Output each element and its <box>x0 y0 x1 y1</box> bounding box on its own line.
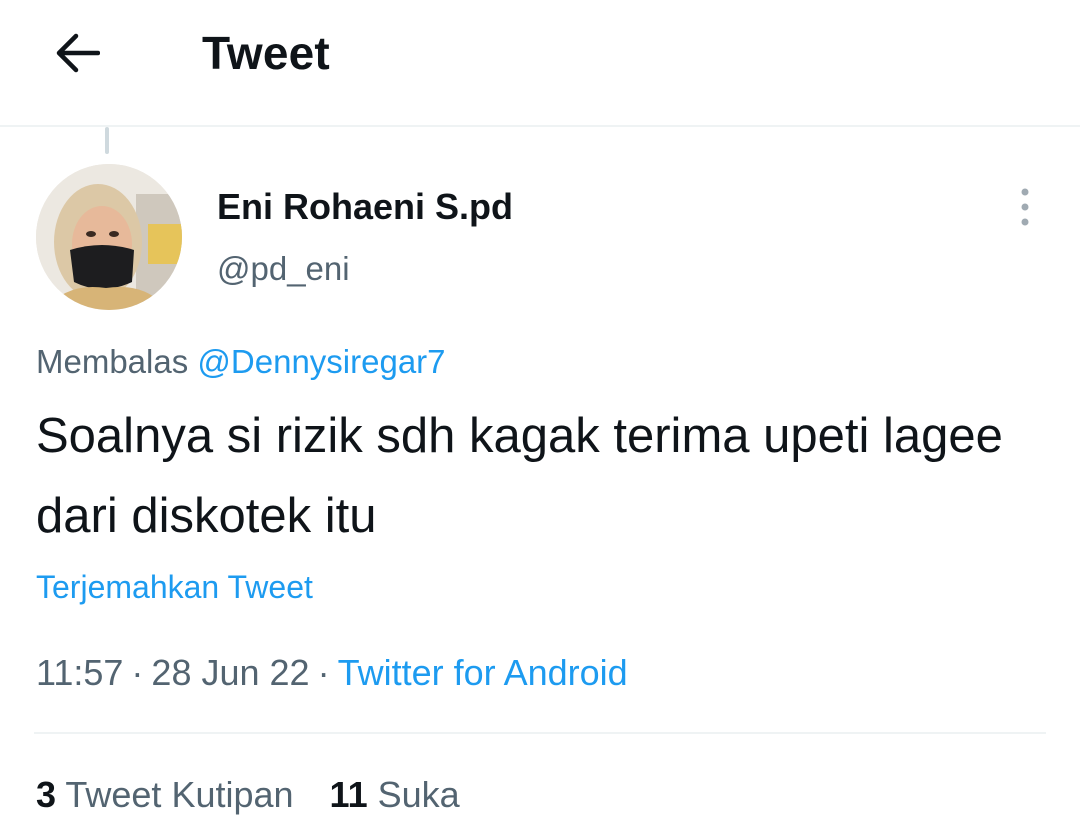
meta-separator: · <box>131 652 144 693</box>
tweet-text: Soalnya si rizik sdh kagak terima upeti … <box>36 409 1003 543</box>
arrow-left-icon <box>56 33 100 73</box>
reply-prefix: Membalas <box>36 343 189 380</box>
reply-context: Membalas @Dennysiregar7 <box>36 343 446 381</box>
reply-mention-link[interactable]: @Dennysiregar7 <box>197 343 445 380</box>
header-divider <box>0 125 1080 127</box>
more-vertical-icon <box>1021 188 1029 226</box>
tweet-source-link[interactable]: Twitter for Android <box>338 652 628 693</box>
author-name[interactable]: Eni Rohaeni S.pd <box>217 186 513 228</box>
tweet-date: 28 Jun 22 <box>151 652 310 693</box>
page-title: Tweet <box>202 27 330 79</box>
likes-count: 11 <box>329 774 368 815</box>
translate-tweet-link[interactable]: Terjemahkan Tweet <box>36 569 313 606</box>
quote-tweets-label: Tweet Kutipan <box>65 774 294 815</box>
back-button[interactable] <box>44 20 110 86</box>
more-options-button[interactable] <box>1008 184 1042 230</box>
avatar-photo <box>36 164 182 310</box>
meta-separator: · <box>317 652 330 693</box>
quote-tweets-stat[interactable]: 3 Tweet Kutipan <box>36 774 294 816</box>
likes-stat[interactable]: 11 Suka <box>330 774 460 816</box>
quote-tweets-count: 3 <box>36 774 57 815</box>
likes-label: Suka <box>377 774 460 815</box>
avatar[interactable] <box>36 164 182 310</box>
thread-connector-line <box>105 127 109 154</box>
tweet-stats: 3 Tweet Kutipan 11 Suka <box>36 774 460 816</box>
tweet-time: 11:57 <box>36 652 124 693</box>
metadata-divider <box>34 732 1046 734</box>
author-handle[interactable]: @pd_eni <box>217 250 350 288</box>
tweet-metadata: 11:57 · 28 Jun 22 · Twitter for Android <box>36 652 628 694</box>
